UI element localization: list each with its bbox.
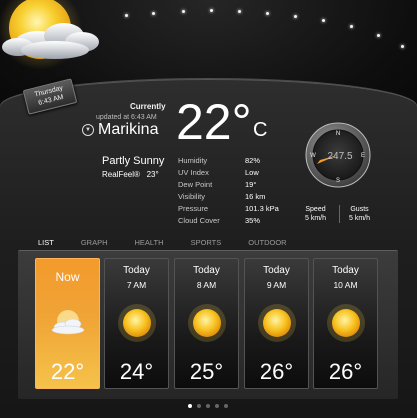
condition-text: Partly Sunny	[102, 155, 165, 167]
compass-e: E	[361, 153, 365, 159]
wind-gusts-label: Gusts	[350, 206, 369, 213]
forecast-card[interactable]: Today 8 AM 25°	[174, 258, 239, 389]
forecast-time: 10 AM	[333, 280, 358, 290]
tab-health[interactable]: HEALTH	[135, 238, 164, 247]
star-icon	[266, 12, 269, 15]
wind-compass: N E S W 247.5	[305, 122, 371, 188]
star-icon	[350, 25, 353, 28]
page-dot[interactable]	[224, 404, 228, 408]
forecast-time: 8 AM	[196, 280, 217, 290]
forecast-card[interactable]: Today 10 AM 26°	[313, 258, 378, 389]
star-icon	[401, 45, 404, 48]
stat-value: Low	[245, 168, 259, 177]
forecast-card[interactable]: Today 9 AM 26°	[244, 258, 309, 389]
location-name: Marikina	[98, 121, 159, 138]
sun-icon	[188, 304, 226, 342]
tab-sports[interactable]: SPORTS	[191, 238, 222, 247]
stat-value: 19°	[245, 180, 257, 189]
wind-speed-value: 5 km/h	[305, 215, 327, 222]
forecast-temp: 26°	[259, 359, 294, 384]
forecast-day: Today	[263, 265, 290, 276]
forecast-time: 7 AM	[126, 280, 147, 290]
forecast-day: Now	[55, 270, 80, 284]
sun-icon	[327, 304, 365, 342]
location-selector[interactable]: ▼ Marikina	[82, 121, 158, 139]
star-icon	[125, 14, 128, 17]
forecast-day: Today	[193, 265, 220, 276]
stat-row: Cloud Cover 35%	[178, 215, 279, 227]
compass-n: N	[336, 131, 340, 137]
forecast-temp: 22°	[50, 359, 85, 384]
forecast-temp: 24°	[119, 359, 154, 384]
stat-label: Visibility	[178, 192, 205, 201]
currently-label: Currently	[130, 102, 166, 111]
stat-value: 16 km	[245, 192, 266, 201]
stat-label: Cloud Cover	[178, 216, 220, 225]
compass-w: W	[310, 153, 316, 159]
sun-icon	[258, 304, 296, 342]
compass-s: S	[336, 178, 340, 184]
forecast-temp: 26°	[328, 359, 363, 384]
star-icon	[322, 19, 325, 22]
page-dot[interactable]	[206, 404, 210, 408]
stat-value: 82%	[245, 156, 261, 165]
page-indicator[interactable]	[188, 404, 228, 408]
stat-row: Pressure 101.3 kPa	[178, 203, 279, 215]
wind-speed: Speed 5 km/h	[305, 205, 326, 223]
stat-row: Humidity 82%	[178, 155, 279, 167]
wind-gusts-value: 5 km/h	[349, 215, 371, 222]
realfeel-value: 23°	[146, 170, 159, 179]
star-icon	[294, 15, 297, 18]
chevron-down-icon[interactable]: ▼	[82, 124, 94, 136]
stat-row: Dew Point 19°	[178, 179, 279, 191]
stat-label: Humidity	[178, 156, 208, 165]
wind-bearing: 247.5	[327, 151, 352, 162]
wind-divider	[339, 205, 340, 223]
current-temperature: 22°	[176, 94, 252, 150]
stat-value: 35%	[245, 216, 261, 225]
page-dot[interactable]	[188, 404, 192, 408]
tab-list[interactable]: LIST	[38, 238, 54, 247]
view-tabs: LIST GRAPH HEALTH SPORTS OUTDOOR	[38, 238, 314, 247]
forecast-time: 9 AM	[266, 280, 287, 290]
stat-row: Visibility 16 km	[178, 191, 279, 203]
temperature-unit[interactable]: C	[253, 119, 267, 142]
forecast-card[interactable]: Today 7 AM 24°	[104, 258, 169, 389]
realfeel-label: RealFeel®	[102, 170, 140, 179]
stat-row: UV Index Low	[178, 167, 279, 179]
wind-speed-label: Speed	[305, 206, 326, 213]
realfeel: RealFeel® 23°	[102, 170, 159, 179]
forecast-day: Today	[123, 265, 150, 276]
updated-time: updated at 6:43 AM	[96, 114, 157, 121]
star-icon	[238, 10, 241, 13]
page-dot[interactable]	[197, 404, 201, 408]
star-icon	[152, 12, 155, 15]
stats-table: Humidity 82% UV Index Low Dew Point 19° Vis…	[178, 155, 279, 227]
tab-graph[interactable]: GRAPH	[81, 238, 108, 247]
partly-sunny-icon	[51, 310, 85, 335]
forecast-card-now[interactable]: Now 22°	[35, 258, 100, 389]
forecast-day: Today	[332, 265, 359, 276]
forecast-temp: 25°	[189, 359, 224, 384]
star-icon	[182, 10, 185, 13]
sun-icon	[118, 304, 156, 342]
star-icon	[210, 9, 213, 12]
stat-label: Dew Point	[178, 180, 213, 189]
stat-value: 101.3 kPa	[245, 204, 279, 213]
star-icon	[377, 34, 380, 37]
tab-outdoor[interactable]: OUTDOOR	[248, 238, 286, 247]
wind-gusts: Gusts 5 km/h	[349, 205, 370, 223]
stat-label: Pressure	[178, 204, 209, 213]
partly-sunny-icon	[0, 0, 99, 70]
stat-label: UV Index	[178, 168, 209, 177]
page-dot[interactable]	[215, 404, 219, 408]
